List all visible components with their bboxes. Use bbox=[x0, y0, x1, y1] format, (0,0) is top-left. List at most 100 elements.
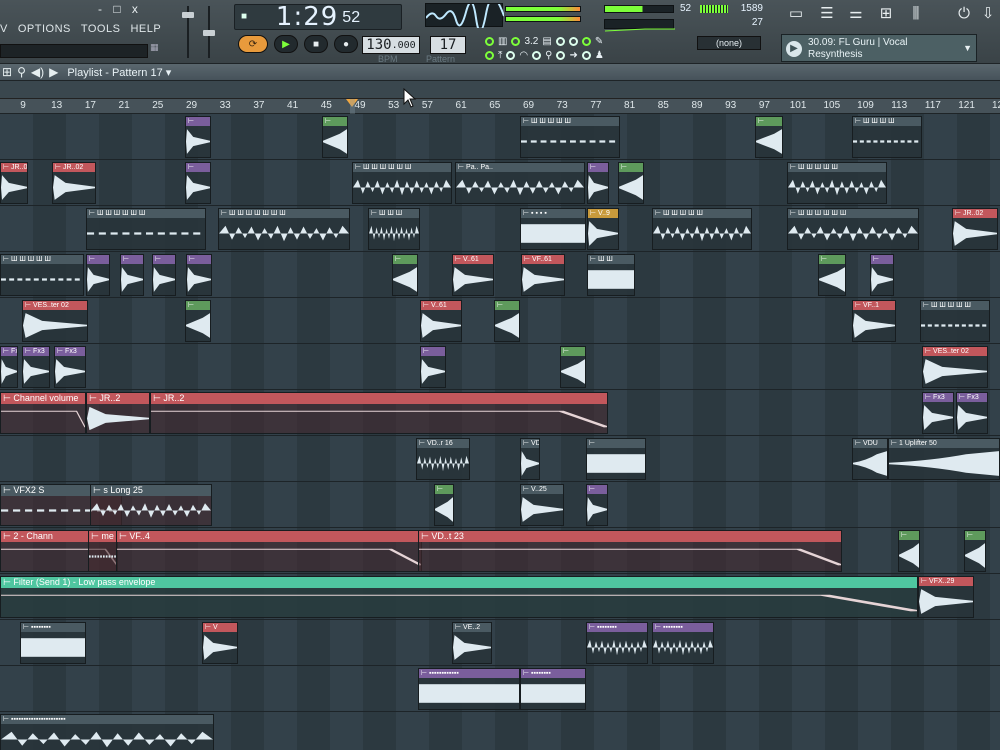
metronome-icon[interactable] bbox=[511, 36, 521, 46]
playlist-clip[interactable]: ⊢ Ш Ш Ш Ш Ш Ш bbox=[787, 208, 919, 250]
playlist-clip[interactable]: ⊢ s Long 25 bbox=[90, 484, 212, 526]
playlist-clip[interactable]: ⊢ bbox=[586, 484, 608, 526]
multilink-icon[interactable] bbox=[581, 50, 591, 60]
playlist-clip[interactable]: ⊢ bbox=[152, 254, 176, 296]
pattern-selector[interactable]: (none) bbox=[697, 36, 761, 50]
playlist-clip[interactable]: ⊢ Ш Ш Ш Ш Ш bbox=[920, 300, 990, 342]
loop-record-icon[interactable] bbox=[506, 50, 516, 60]
playlist-clip[interactable]: ⊢ me e bbox=[88, 530, 118, 572]
record-button[interactable]: ● bbox=[334, 35, 358, 53]
mixer-icon[interactable]: ⫼ bbox=[904, 4, 928, 24]
playlist-clip[interactable]: ⊢ bbox=[392, 254, 418, 296]
playlist-clip[interactable]: ⊢ bbox=[434, 484, 454, 526]
playlist-clip[interactable]: ⊢ bbox=[494, 300, 520, 342]
playlist-clip[interactable]: ⊢ bbox=[322, 116, 348, 158]
playlist-clip[interactable]: ⊢ Fx3 bbox=[0, 346, 18, 388]
playlist-clip[interactable]: ⊢ JR..02 bbox=[52, 162, 96, 204]
playlist-clip[interactable]: ⊢ Ш Ш Ш Ш Ш Ш bbox=[352, 162, 452, 204]
recording-filter-icon[interactable] bbox=[532, 50, 542, 60]
wait-icon[interactable]: ⤒ bbox=[498, 50, 502, 61]
pattern-number-display[interactable]: 17 bbox=[430, 36, 466, 54]
menu-options[interactable]: OPTIONS bbox=[18, 23, 71, 39]
playlist-clip[interactable]: ⊢ Ш Ш Ш Ш Ш bbox=[787, 162, 887, 204]
playlist-clip[interactable]: ⊢ VFX..29 bbox=[918, 576, 974, 618]
playlist-title[interactable]: Playlist - Pattern 17 ▾ bbox=[67, 66, 171, 79]
track-lane[interactable] bbox=[0, 114, 1000, 160]
track-lane[interactable] bbox=[0, 436, 1000, 482]
playlist-clip[interactable]: ⊢ Ш Ш Ш Ш Ш bbox=[520, 116, 620, 158]
playlist-clip[interactable]: ⊢ bbox=[870, 254, 894, 296]
playlist-clip[interactable]: ⊢ VDU bbox=[852, 438, 888, 480]
playlist-clip[interactable]: ⊢ ▪▪▪▪▪▪▪▪ bbox=[652, 622, 714, 664]
playlist-clip[interactable]: ⊢ bbox=[818, 254, 846, 296]
playlist-clip[interactable]: ⊢ VES..ter 02 bbox=[22, 300, 88, 342]
pencil-icon[interactable]: ✎ bbox=[595, 36, 603, 47]
magnifier-icon[interactable]: ⚲ bbox=[17, 65, 26, 79]
playlist-clip[interactable]: ⊢ Ш Ш Ш Ш Ш Ш bbox=[86, 208, 206, 250]
playlist-clip[interactable]: ⊢ V..61 bbox=[420, 300, 462, 342]
playlist-clip[interactable]: ⊢ Fx3 bbox=[956, 392, 988, 434]
track-lane[interactable] bbox=[0, 620, 1000, 666]
snap-grid-icon[interactable]: ⊞ bbox=[2, 65, 12, 79]
playlist-clip[interactable]: ⊢ Fx3 bbox=[54, 346, 86, 388]
playlist-clip[interactable]: ⊢ Fx3 bbox=[22, 346, 50, 388]
piano-roll-icon[interactable]: ☰ bbox=[815, 4, 839, 24]
playlist-clip[interactable]: ⊢ bbox=[120, 254, 144, 296]
playlist-clip[interactable]: ⊢ JR..2 bbox=[86, 392, 150, 434]
playlist-clip[interactable]: ⊢ Ш Ш bbox=[587, 254, 635, 296]
playlist-clip[interactable]: ⊢ bbox=[420, 346, 446, 388]
playlist-clip[interactable]: ⊢ VE..2 bbox=[452, 622, 492, 664]
step-edit-icon[interactable] bbox=[568, 36, 578, 46]
playlist-clip[interactable]: ⊢ VF..61 bbox=[521, 254, 565, 296]
track-lane[interactable] bbox=[0, 252, 1000, 298]
playlist-clip[interactable]: ⊢ bbox=[587, 162, 609, 204]
playlist-clip[interactable]: ⊢ bbox=[86, 254, 110, 296]
menu-view[interactable]: V bbox=[0, 23, 8, 39]
playlist-clip[interactable]: ⊢ bbox=[185, 300, 211, 342]
playlist-clip[interactable]: ⊢ VF..4 bbox=[116, 530, 422, 572]
play-small-icon[interactable]: ▶ bbox=[49, 65, 58, 79]
playlist-clip[interactable]: ⊢ V..9 bbox=[587, 208, 619, 250]
playlist-clip[interactable]: ⊢ VD..r 16 bbox=[416, 438, 470, 480]
playlist-clip[interactable]: ⊢ ▪▪▪▪▪▪▪▪ bbox=[586, 622, 648, 664]
playlist-clip[interactable]: ⊢ Fx3 bbox=[922, 392, 954, 434]
playhead-marker[interactable] bbox=[346, 99, 358, 107]
play-button[interactable]: ▶ bbox=[274, 35, 298, 53]
playlist-clip[interactable]: ⊢ VD..t 23 bbox=[418, 530, 842, 572]
menu-tools[interactable]: TOOLS bbox=[81, 23, 121, 39]
playlist-clip[interactable]: ⊢ Filter (Send 1) - Low pass envelope bbox=[0, 576, 918, 618]
tempo-display[interactable]: 130.000 bbox=[362, 36, 420, 54]
playlist-clip[interactable]: ⊢ ▪ ▪ ▪ ▪ bbox=[520, 208, 586, 250]
menu-help[interactable]: HELP bbox=[130, 23, 161, 39]
keyboard-icon[interactable]: ▤ bbox=[542, 36, 551, 47]
playlist-window-icon[interactable]: ▭ bbox=[784, 4, 808, 24]
tempo-tap-icon[interactable]: ◠ bbox=[519, 50, 528, 61]
playlist-clip[interactable]: ⊢ Ш Ш Ш Ш bbox=[852, 116, 922, 158]
playlist-clip[interactable]: ⊢ ▪▪▪▪▪▪▪▪ bbox=[520, 668, 586, 710]
pattern-song-toggle[interactable]: ⟳ bbox=[238, 35, 268, 53]
playlist-clip[interactable]: ⊢ Channel volume bbox=[0, 392, 86, 434]
playlist-clip[interactable]: ⊢ Ш Ш Ш Ш Ш Ш Ш bbox=[218, 208, 350, 250]
playlist-clip[interactable]: ⊢ V bbox=[202, 622, 238, 664]
brush-icon[interactable]: ⚲ bbox=[545, 50, 552, 61]
playlist-clip[interactable]: ⊢ bbox=[964, 530, 986, 572]
playlist-clip[interactable]: ⊢ VD bbox=[520, 438, 540, 480]
playlist-clip[interactable]: ⊢ JR..02 bbox=[952, 208, 998, 250]
download-icon[interactable]: ⇩ bbox=[976, 4, 1000, 24]
playlist-clip[interactable]: ⊢ 1 Uplifter 50 bbox=[888, 438, 1000, 480]
playlist-clip[interactable]: ⊢ JR..2 bbox=[150, 392, 608, 434]
arrow-icon[interactable]: ➜ bbox=[569, 50, 577, 61]
song-time-display[interactable]: ■ 1:29 52 bbox=[234, 2, 402, 32]
playlist-clip[interactable]: ⊢ Ш Ш Ш bbox=[368, 208, 420, 250]
playlist-clip[interactable]: ⊢ V..61 bbox=[452, 254, 494, 296]
playlist-clip[interactable]: ⊢ Ш Ш Ш Ш Ш bbox=[0, 254, 84, 296]
playlist-clip[interactable]: ⊢ bbox=[618, 162, 644, 204]
blend-notes-icon[interactable] bbox=[581, 36, 591, 46]
master-volume-slider[interactable] bbox=[182, 6, 194, 58]
typing-keyboard-icon[interactable] bbox=[555, 36, 565, 46]
playlist-clip[interactable]: ⊢ bbox=[898, 530, 920, 572]
playlist-clip[interactable]: ⊢ bbox=[186, 254, 212, 296]
playlist-clip[interactable]: ⊢ ▪▪▪▪▪▪▪▪▪▪▪▪ bbox=[418, 668, 520, 710]
user-icon[interactable]: ♟ bbox=[595, 50, 604, 61]
master-pitch-slider[interactable] bbox=[203, 6, 215, 58]
